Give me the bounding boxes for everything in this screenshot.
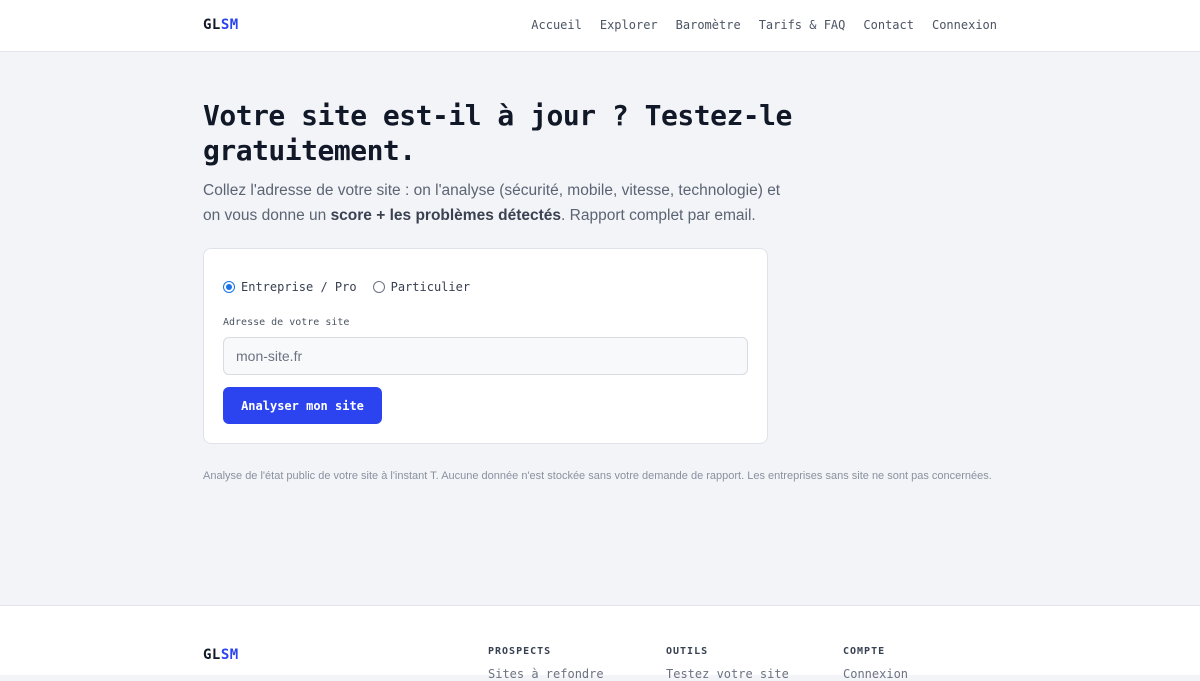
radio-label-particulier[interactable]: Particulier: [391, 280, 470, 294]
nav-link-accueil[interactable]: Accueil: [531, 18, 582, 32]
site-footer: GLSM PROSPECTS Sites à refondre OUTILS T…: [0, 605, 1200, 681]
footer-logo[interactable]: GLSM: [203, 647, 239, 663]
site-test-form-card: Entreprise / Pro Particulier Adresse de …: [203, 248, 768, 444]
footer-column-compte: COMPTE Connexion: [843, 646, 908, 681]
profile-radio-group: Entreprise / Pro Particulier: [223, 280, 486, 294]
analyze-site-button[interactable]: Analyser mon site: [223, 387, 382, 424]
radio-entreprise-pro[interactable]: [223, 281, 235, 293]
subtitle-text-end: . Rapport complet par email.: [561, 206, 756, 224]
footer-heading-prospects: PROSPECTS: [488, 646, 552, 657]
footer-heading-compte: COMPTE: [843, 646, 886, 657]
site-url-label: Adresse de votre site: [223, 317, 350, 328]
footer-column-outils: OUTILS Testez votre site: [666, 646, 789, 681]
site-url-input[interactable]: [223, 337, 748, 375]
footer-logo-accent-text: SM: [220, 647, 239, 663]
page-title: Votre site est-il à jour ? Testez-le gra…: [203, 99, 792, 167]
privacy-disclaimer: Analyse de l'état public de votre site à…: [203, 470, 992, 482]
nav-link-connexion[interactable]: Connexion: [932, 18, 997, 32]
footer-heading-outils: OUTILS: [666, 646, 709, 657]
nav-link-explorer[interactable]: Explorer: [600, 18, 658, 32]
radio-particulier[interactable]: [372, 281, 385, 293]
footer-link-sites-a-refondre[interactable]: Sites à refondre: [488, 667, 604, 681]
nav-link-barometre[interactable]: Baromètre: [676, 18, 741, 32]
radio-label-entreprise-pro[interactable]: Entreprise / Pro: [241, 280, 357, 294]
logo-accent-text: SM: [220, 17, 239, 33]
nav-link-tarifs-faq[interactable]: Tarifs & FAQ: [759, 18, 846, 32]
main-nav: Accueil Explorer Baromètre Tarifs & FAQ …: [531, 18, 997, 32]
subtitle-highlight: score + les problèmes détectés: [330, 206, 562, 224]
page-subtitle: Collez l'adresse de votre site : on l'an…: [203, 179, 783, 228]
footer-link-testez-votre-site[interactable]: Testez votre site: [666, 667, 789, 681]
nav-link-contact[interactable]: Contact: [863, 18, 914, 32]
logo-primary-text: GL: [203, 17, 221, 33]
footer-column-prospects: PROSPECTS Sites à refondre: [488, 646, 604, 681]
footer-logo-primary-text: GL: [203, 647, 221, 663]
footer-link-connexion[interactable]: Connexion: [843, 667, 908, 681]
top-navigation-bar: GLSM Accueil Explorer Baromètre Tarifs &…: [0, 0, 1200, 52]
site-logo[interactable]: GLSM: [203, 17, 239, 33]
